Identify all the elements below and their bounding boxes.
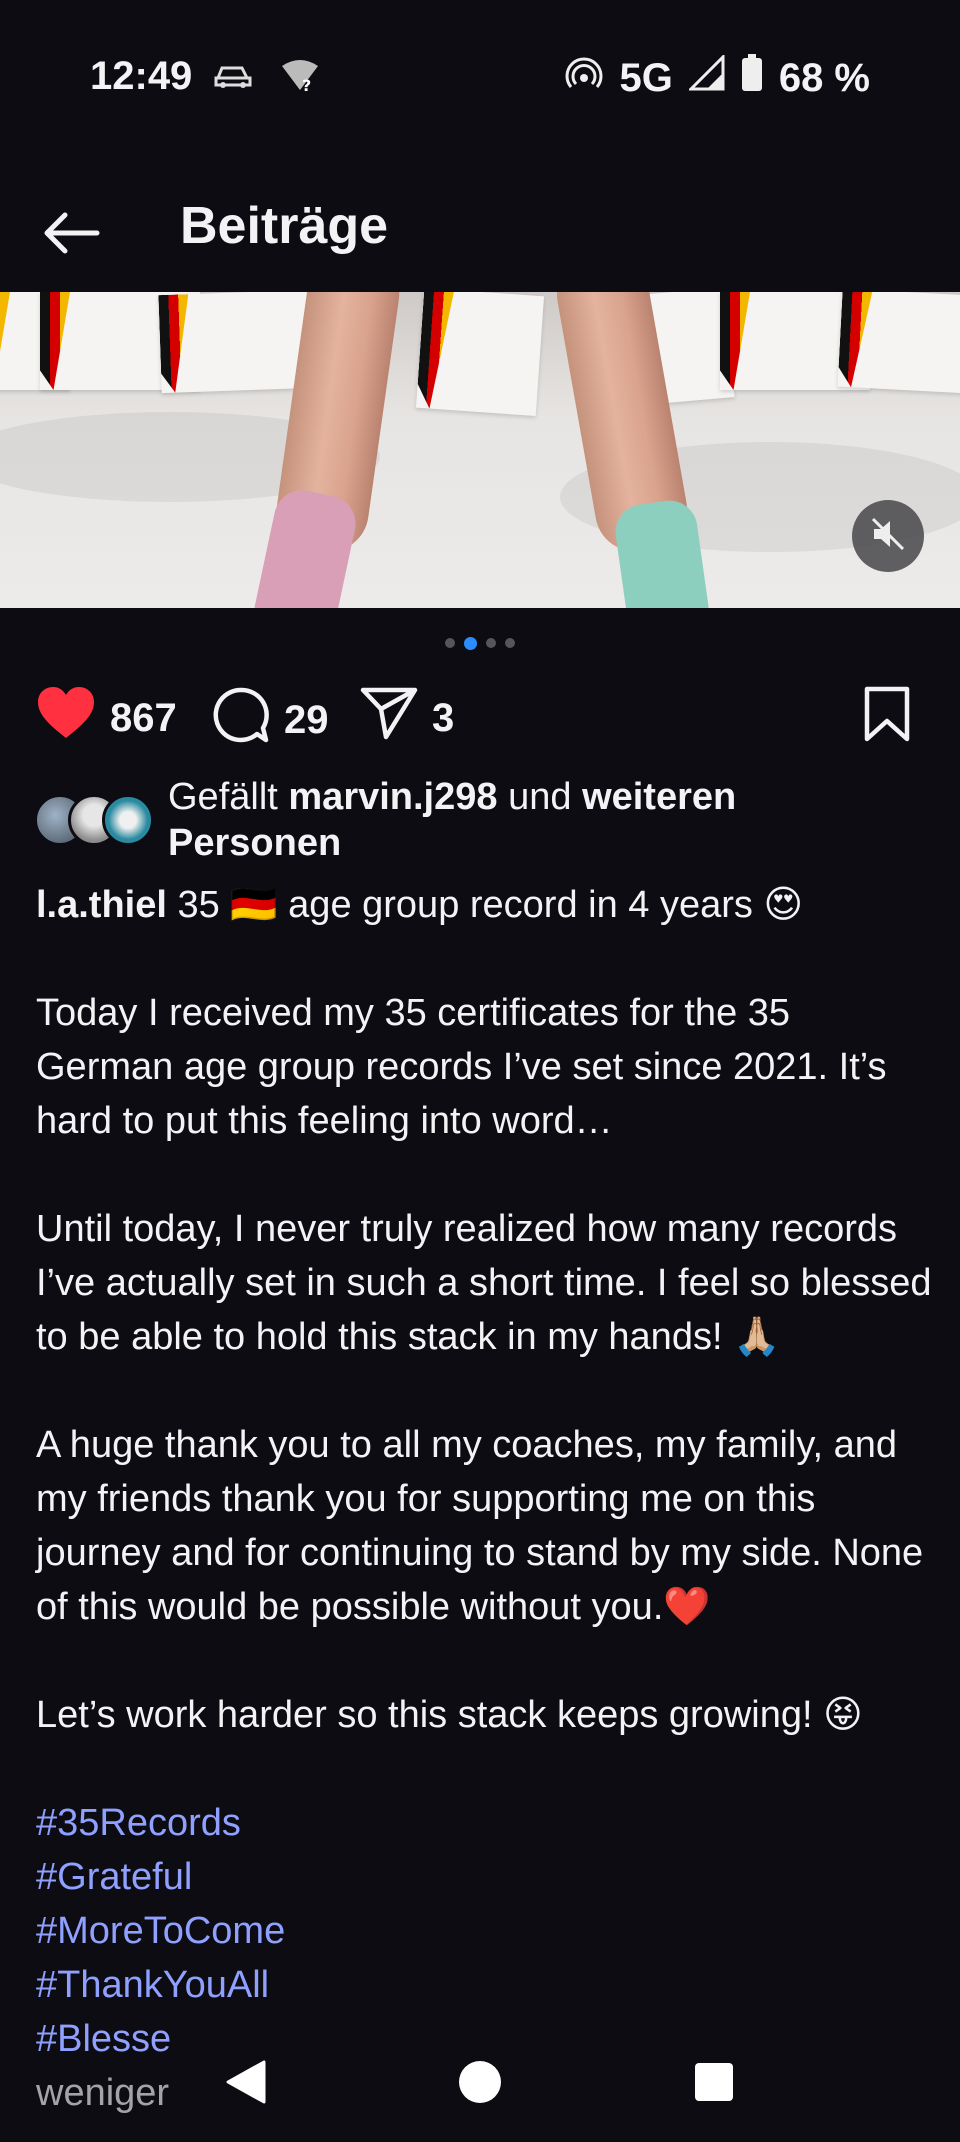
status-left-icons: ?	[212, 58, 320, 97]
caption-paragraph: Let’s work harder so this stack keeps gr…	[36, 1694, 863, 1736]
caption-username[interactable]: l.a.thiel	[36, 884, 167, 926]
liked-by-prefix: Gefällt	[168, 776, 289, 818]
hotspot-icon	[565, 54, 603, 102]
post-caption: l.a.thiel 35 🇩🇪 age group record in 4 ye…	[36, 878, 936, 2120]
caption-headline: 35 🇩🇪 age group record in 4 years 😍	[166, 884, 804, 926]
comment-count: 29	[284, 697, 329, 742]
send-icon	[360, 686, 418, 750]
nav-home-button[interactable]	[450, 2054, 510, 2114]
carousel-dot	[486, 638, 496, 648]
volume-off-icon	[870, 516, 906, 557]
hashtag-link[interactable]: #Grateful	[36, 1856, 192, 1898]
nav-back-button[interactable]	[216, 2054, 276, 2114]
battery-icon	[741, 54, 763, 102]
carousel-dot	[445, 638, 455, 648]
signal-icon	[687, 53, 725, 101]
carousel-dot	[505, 638, 515, 648]
liked-by-text: Gefällt marvin.j298 und weiteren Persone…	[168, 774, 914, 866]
status-bar: 12:49 ? 5G 68 %	[0, 0, 960, 150]
post-media[interactable]	[0, 292, 960, 608]
caption-paragraph: Until today, I never truly realized how …	[36, 1208, 932, 1358]
action-bar: 867 29 3	[36, 686, 924, 750]
liked-by-middle: und	[497, 776, 583, 818]
hashtag-link[interactable]: #ThankYouAll	[36, 1964, 269, 2006]
nav-home-icon	[458, 2060, 502, 2109]
hashtag-link[interactable]: #MoreToCome	[36, 1910, 285, 1952]
header: Beiträge	[0, 180, 960, 290]
network-label: 5G	[619, 55, 673, 100]
heart-icon	[36, 686, 96, 750]
share-count: 3	[432, 695, 455, 740]
mute-button[interactable]	[852, 500, 924, 572]
arrow-left-icon	[41, 211, 101, 260]
system-nav-bar	[0, 2024, 960, 2142]
car-icon	[212, 60, 254, 95]
like-button[interactable]: 867	[36, 686, 177, 750]
nav-back-icon	[224, 2059, 268, 2110]
nav-recents-button[interactable]	[684, 2054, 744, 2114]
carousel-indicator	[0, 636, 960, 650]
wifi-question-icon: ?	[280, 58, 320, 97]
comment-button[interactable]: 29	[212, 686, 329, 754]
liker-avatars	[34, 794, 158, 846]
share-button[interactable]: 3	[360, 686, 454, 750]
comment-bubble-icon	[212, 686, 270, 754]
status-right: 5G 68 %	[565, 53, 870, 102]
like-count: 867	[110, 695, 177, 740]
carousel-dot-active	[464, 636, 477, 650]
caption-paragraph: Today I received my 35 certificates for …	[36, 992, 887, 1142]
avatar	[102, 794, 154, 846]
back-button[interactable]	[36, 200, 106, 270]
save-button[interactable]	[862, 686, 912, 752]
hashtag-link[interactable]: #35Records	[36, 1802, 241, 1844]
status-time: 12:49	[90, 54, 193, 98]
battery-percent: 68 %	[778, 55, 870, 100]
page-title: Beiträge	[180, 197, 389, 255]
nav-recents-icon	[694, 2062, 734, 2107]
caption-paragraph: A huge thank you to all my coaches, my f…	[36, 1424, 924, 1628]
svg-text:?: ?	[302, 76, 311, 92]
bookmark-icon	[862, 686, 912, 752]
liked-by-user[interactable]: marvin.j298	[288, 776, 497, 818]
